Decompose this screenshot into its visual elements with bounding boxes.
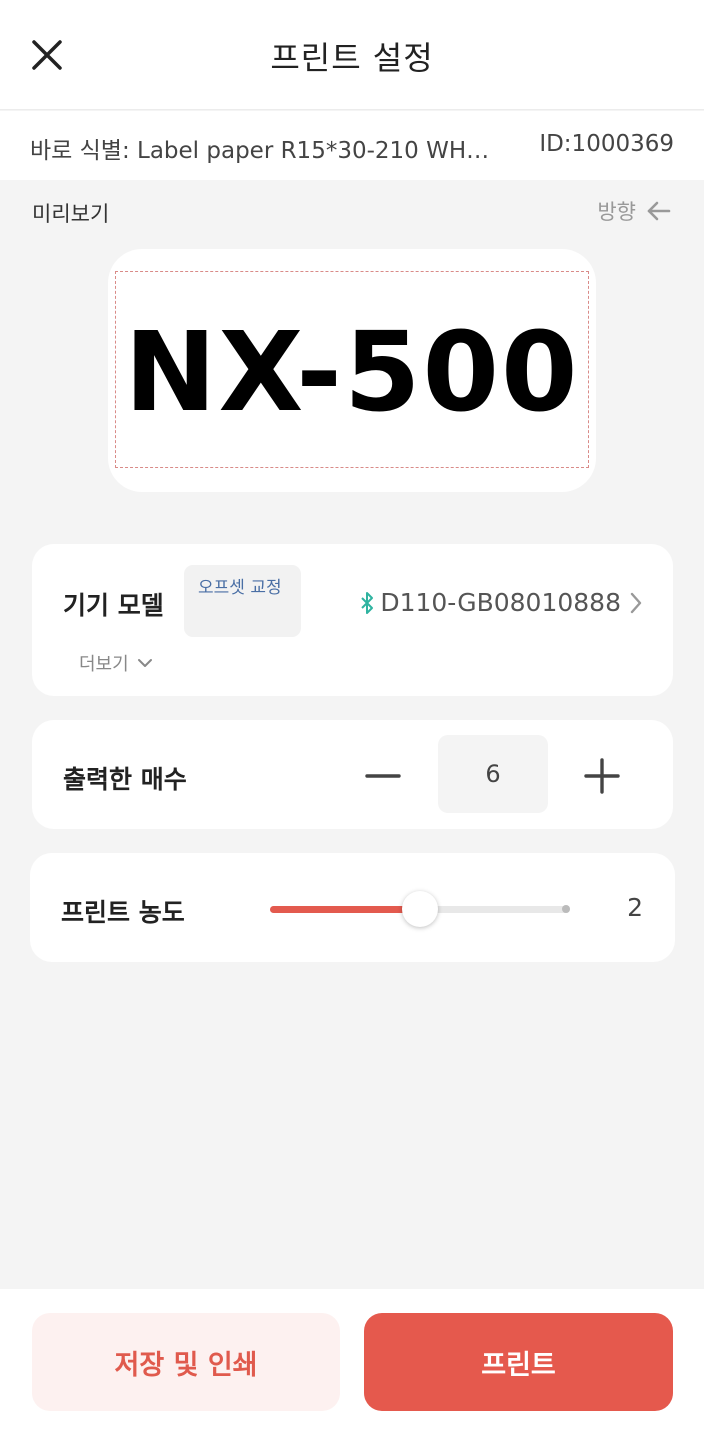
device-model-card: 기기 모델 오프셋 교정 D110-GB08010888 더보기 <box>32 544 673 696</box>
copies-title: 출력한 매수 <box>63 765 187 794</box>
slider-thumb[interactable] <box>402 891 438 927</box>
more-label: 더보기 <box>79 654 129 675</box>
chevron-right-icon <box>630 592 642 613</box>
label-print-area: NX-500 <box>115 271 589 468</box>
device-name: D110-GB08010888 <box>380 588 621 617</box>
label-id: ID:1000369 <box>539 131 674 157</box>
bluetooth-icon <box>361 591 374 614</box>
print-button[interactable]: 프린트 <box>364 1313 673 1411</box>
label-info-bar: 바로 식별: Label paper R15*30-210 WH… ID:100… <box>0 111 704 180</box>
slider-end-dot <box>562 905 570 913</box>
save-and-print-button[interactable]: 저장 및 인쇄 <box>32 1313 340 1411</box>
print-density-card: 프린트 농도 2 <box>30 853 675 962</box>
copies-value-field[interactable]: 6 <box>438 735 548 813</box>
print-settings-screen: 프린트 설정 바로 식별: Label paper R15*30-210 WH…… <box>0 0 704 1440</box>
device-selector[interactable]: D110-GB08010888 <box>360 588 645 617</box>
header: 프린트 설정 <box>0 0 704 110</box>
density-value: 2 <box>627 893 643 922</box>
slider-fill <box>270 906 420 913</box>
density-title: 프린트 농도 <box>61 898 185 927</box>
minus-icon <box>365 774 401 778</box>
label-preview-text: NX-500 <box>124 307 580 436</box>
bottom-action-bar: 저장 및 인쇄 프린트 <box>0 1289 704 1440</box>
page-title: 프린트 설정 <box>270 39 434 77</box>
offset-calibration-button[interactable]: 오프셋 교정 <box>184 565 301 637</box>
decrease-copies-button[interactable] <box>362 755 404 797</box>
arrow-left-icon <box>647 201 671 221</box>
direction-toggle[interactable]: 방향 <box>597 196 672 226</box>
density-slider[interactable] <box>270 891 570 927</box>
label-name: 바로 식별: Label paper R15*30-210 WH… <box>30 138 490 164</box>
preview-heading: 미리보기 <box>32 202 110 226</box>
label-preview: NX-500 <box>108 249 596 492</box>
copies-card: 출력한 매수 6 <box>32 720 673 829</box>
increase-copies-button[interactable] <box>581 755 623 797</box>
more-button[interactable]: 더보기 <box>79 650 153 676</box>
chevron-down-icon <box>137 659 152 667</box>
device-model-title: 기기 모델 <box>63 591 164 620</box>
direction-label: 방향 <box>597 200 636 224</box>
plus-icon <box>584 758 620 794</box>
